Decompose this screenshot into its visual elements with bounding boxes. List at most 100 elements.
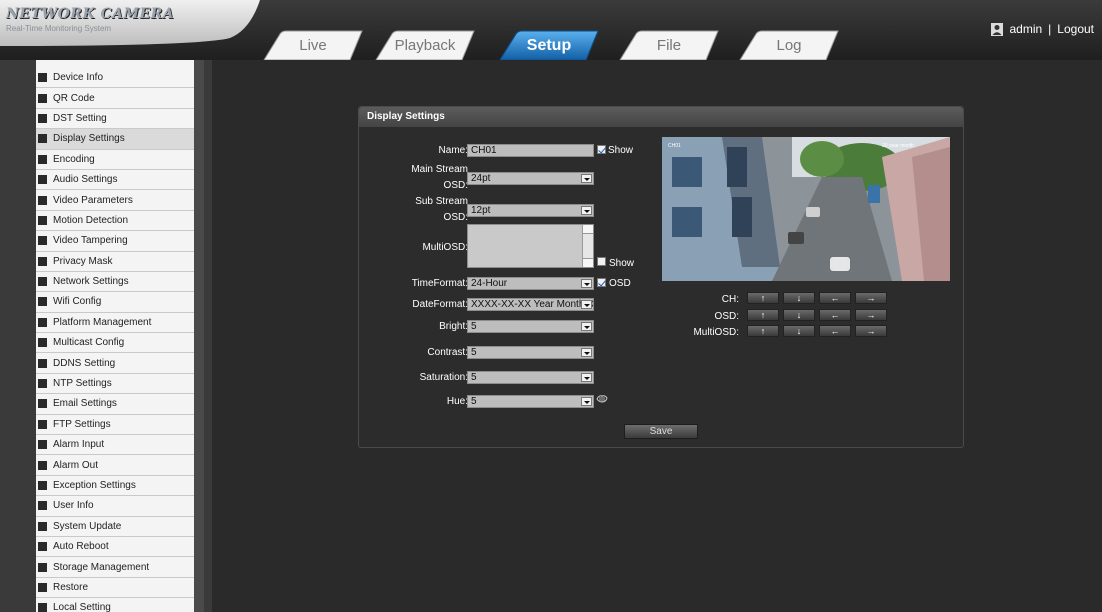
sidebar-item-ntp-settings[interactable]: NTP Settings [36,373,194,395]
tab-setup[interactable]: Setup [494,30,604,60]
sidebar-item-network-settings[interactable]: Network Settings [36,271,194,293]
scroll-up-icon[interactable] [583,225,593,234]
camera-scene: CH01 20 year month [662,137,950,281]
sidebar-item-video-tampering[interactable]: Video Tampering [36,231,194,252]
sidebar-item-auto-reboot[interactable]: Auto Reboot [36,536,194,558]
logout-link[interactable]: Logout [1057,22,1094,36]
sidebar-item-label: System Update [53,520,122,532]
sidebar-item-label: DDNS Setting [53,357,116,369]
sidebar-item-alarm-out[interactable]: Alarm Out [36,455,194,476]
time-osd-label: OSD [609,278,631,289]
name-label: Name: [438,145,468,156]
sidebar-item-label: Exception Settings [53,480,136,491]
sidebar-item-label: NTP Settings [53,378,112,390]
ch-left-button[interactable]: ← [819,292,851,304]
user-bar: admin | Logout [991,22,1094,36]
osd-up-button[interactable]: ↑ [747,309,779,321]
sub-stream-osd-select[interactable]: 12pt [467,204,594,217]
menu-bullet-icon [38,603,47,612]
sidebar-item-email-settings[interactable]: Email Settings [36,394,194,415]
sidebar-item-alarm-input[interactable]: Alarm Input [36,435,194,456]
tab-live[interactable]: Live [258,30,368,60]
osd-position-label: OSD: [714,311,739,322]
menu-bullet-icon [38,277,47,287]
sidebar-item-local-setting[interactable]: Local Setting [36,598,194,612]
time-osd-checkbox[interactable] [597,278,606,287]
main-stream-osd-select[interactable]: 24pt [467,172,594,185]
main-stream-label-1: Main Stream [411,164,468,175]
multiosd-textarea[interactable] [467,224,594,268]
multiosd-left-button[interactable]: ← [819,325,851,337]
sidebar-item-multicast-config[interactable]: Multicast Config [36,333,194,354]
bright-select[interactable]: 5 [467,320,594,333]
name-show-checkbox[interactable] [597,145,606,154]
sidebar-item-encoding[interactable]: Encoding [36,149,194,170]
menu-bullet-icon [38,154,47,164]
sidebar-item-label: Video Tampering [53,235,128,247]
sidebar-item-storage-management[interactable]: Storage Management [36,557,194,578]
sidebar-item-device-info[interactable]: Device Info [36,68,194,89]
sidebar-item-motion-detection[interactable]: Motion Detection [36,210,194,232]
main-stream-label-2: OSD: [443,180,468,191]
multiosd-show-checkbox[interactable] [597,257,606,266]
sidebar-item-label: Restore [53,581,89,593]
tab-file[interactable]: File [614,30,724,60]
sidebar-item-user-info[interactable]: User Info [36,496,194,517]
user-separator: | [1048,22,1052,36]
dateformat-label: DateFormat: [412,299,468,310]
sidebar-item-platform-management[interactable]: Platform Management [36,312,194,334]
sidebar-item-qr-code[interactable]: QR Code [36,88,194,109]
panel-title: Display Settings [359,107,963,127]
multiosd-scrollbar[interactable] [582,225,593,267]
tab-log[interactable]: Log [734,30,844,60]
sidebar-item-privacy-mask[interactable]: Privacy Mask [36,251,194,272]
ch-up-button[interactable]: ↑ [747,292,779,304]
svg-text:CH01: CH01 [668,143,681,149]
sidebar-item-restore[interactable]: Restore [36,577,194,599]
logo-title: NETWORK CAMERA [6,6,175,22]
menu-bullet-icon [38,501,47,511]
menu-bullet-icon [38,93,47,103]
osd-right-button[interactable]: → [855,309,887,321]
osd-down-button[interactable]: ↓ [783,309,815,321]
multiosd-right-button[interactable]: → [855,325,887,337]
sidebar-item-dst-setting[interactable]: DST Setting [36,108,194,130]
sidebar-item-audio-settings[interactable]: Audio Settings [36,169,194,191]
contrast-select[interactable]: 5 [467,346,594,359]
sidebar-item-label: QR Code [53,92,95,104]
sidebar-item-system-update[interactable]: System Update [36,516,194,537]
sidebar-item-ddns-setting[interactable]: DDNS Setting [36,353,194,374]
sidebar-item-label: Email Settings [53,398,117,410]
hue-select[interactable]: 5 [467,395,594,408]
sidebar-item-video-parameters[interactable]: Video Parameters [36,190,194,211]
name-input[interactable]: CH01 [467,144,594,157]
multiosd-up-button[interactable]: ↑ [747,325,779,337]
menu-bullet-icon [38,317,47,327]
chevron-down-icon [581,174,592,183]
sidebar-item-label: Multicast Config [53,337,125,349]
menu-bullet-icon [38,379,47,389]
sidebar-item-label: User Info [53,500,94,512]
timeformat-select[interactable]: 24-Hour [467,277,594,290]
saturation-select[interactable]: 5 [467,371,594,384]
ch-right-button[interactable]: → [855,292,887,304]
menu-bullet-icon [38,215,47,225]
sidebar-item-ftp-settings[interactable]: FTP Settings [36,414,194,436]
scroll-down-icon[interactable] [583,258,593,267]
sidebar-scrollbar[interactable] [194,60,204,612]
hand-pointer-icon [596,395,608,403]
dateformat-select[interactable]: XXXX-XX-XX Year Month Day [467,298,594,311]
osd-left-button[interactable]: ← [819,309,851,321]
sidebar: Device Info QR Code DST Setting Display Set… [0,60,212,612]
ch-down-button[interactable]: ↓ [783,292,815,304]
logo-subtitle: Real-Time Monitoring System [6,24,112,33]
menu-bullet-icon [38,460,47,470]
sidebar-item-wifi-config[interactable]: Wifi Config [36,292,194,313]
username: admin [1009,22,1043,36]
tab-playback[interactable]: Playback [370,30,480,60]
sidebar-item-exception-settings[interactable]: Exception Settings [36,475,194,497]
save-button[interactable]: Save [624,424,698,439]
sidebar-item-display-settings[interactable]: Display Settings [36,129,194,150]
multiosd-down-button[interactable]: ↓ [783,325,815,337]
menu-bullet-icon [38,358,47,368]
